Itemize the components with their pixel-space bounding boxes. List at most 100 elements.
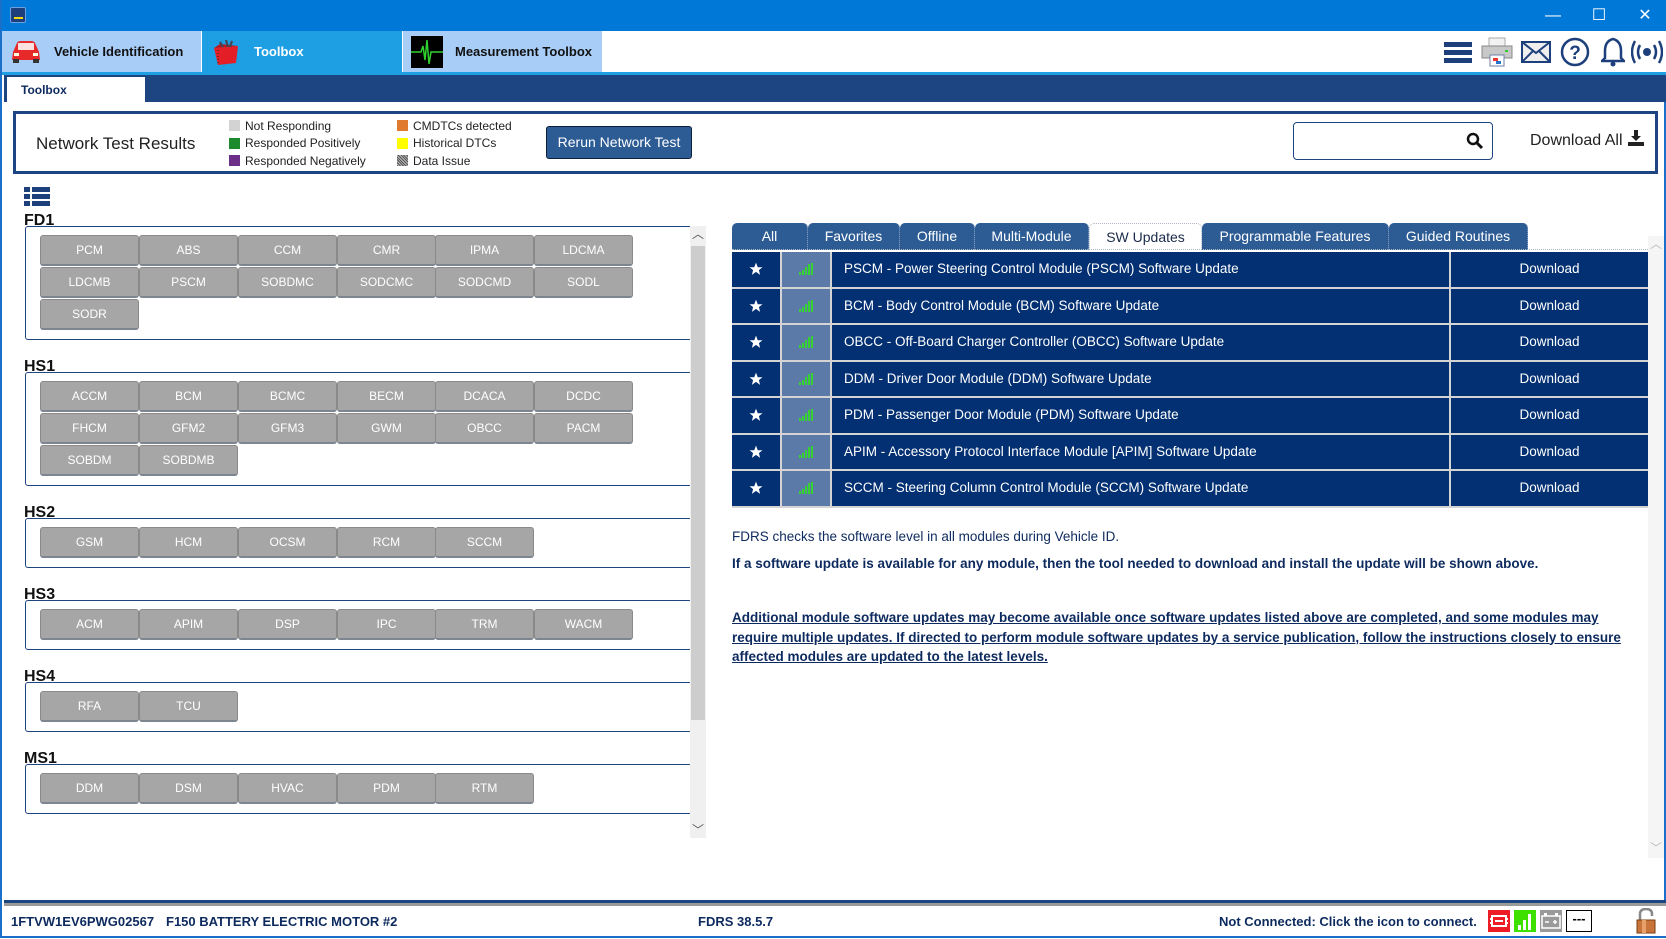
rerun-network-test-button[interactable]: Rerun Network Test [546,126,692,159]
favorite-star-icon[interactable] [732,288,782,323]
module-button-gsm[interactable]: GSM [40,527,139,558]
module-button-hvac[interactable]: HVAC [238,773,337,804]
module-button-cmr[interactable]: CMR [337,235,436,266]
sw-update-row[interactable]: DDM - Driver Door Module (DDM) Software … [732,361,1648,398]
module-button-ipc[interactable]: IPC [337,609,436,640]
favorite-star-icon[interactable] [732,325,782,360]
module-button-dsp[interactable]: DSP [238,609,337,640]
bell-icon[interactable] [1598,36,1628,68]
menu-icon[interactable] [1443,36,1473,68]
module-button-tcu[interactable]: TCU [139,691,238,722]
module-button-bcm[interactable]: BCM [139,381,238,412]
module-button-ipma[interactable]: IPMA [435,235,534,266]
tab-toolbox[interactable]: Toolbox [202,31,402,72]
filter-tab-sw-updates[interactable]: SW Updates [1089,223,1202,250]
additional-updates-link[interactable]: Additional module software updates may b… [732,608,1642,667]
favorite-star-icon[interactable] [732,434,782,469]
scroll-up-icon[interactable]: ︿ [1648,236,1664,252]
module-button-apim[interactable]: APIM [139,609,238,640]
module-button-ddm[interactable]: DDM [40,773,139,804]
filter-tab-programmable-features[interactable]: Programmable Features [1202,223,1389,250]
module-button-ccm[interactable]: CCM [238,235,337,266]
module-button-pacm[interactable]: PACM [534,413,633,444]
tab-vehicle-identification[interactable]: Vehicle Identification [2,31,201,72]
maximize-button[interactable]: ☐ [1576,0,1622,31]
filter-tab-all[interactable]: All [732,223,808,250]
module-button-sccm[interactable]: SCCM [435,527,534,558]
module-button-fhcm[interactable]: FHCM [40,413,139,444]
module-button-rcm[interactable]: RCM [337,527,436,558]
filter-tab-multi-module[interactable]: Multi-Module [975,223,1089,250]
module-button-sodcmc[interactable]: SODCMC [337,267,436,298]
filter-tab-offline[interactable]: Offline [900,223,975,250]
module-button-ocsm[interactable]: OCSM [238,527,337,558]
search-input[interactable] [1293,122,1493,160]
module-button-trm[interactable]: TRM [435,609,534,640]
module-button-ldcmb[interactable]: LDCMB [40,267,139,298]
battery-icon[interactable] [1540,910,1562,932]
download-button[interactable]: Download [1449,252,1648,287]
search-icon[interactable] [1466,132,1484,150]
unlocked-padlock-icon[interactable] [1634,907,1658,934]
favorite-star-icon[interactable] [732,252,782,287]
module-list-scrollbar[interactable]: ︿ ﹀ [690,226,706,838]
signal-strength-icon[interactable] [1514,910,1536,932]
download-all-button[interactable]: Download All [1530,130,1644,151]
favorite-star-icon[interactable] [732,361,782,396]
vcm-connect-icon[interactable] [1488,910,1510,932]
filter-tab-favorites[interactable]: Favorites [808,223,900,250]
scroll-up-icon[interactable]: ︿ [690,226,706,242]
module-button-ldcma[interactable]: LDCMA [534,235,633,266]
help-icon[interactable]: ? [1559,36,1591,68]
download-button[interactable]: Download [1449,361,1648,396]
download-button[interactable]: Download [1449,471,1648,506]
module-button-wacm[interactable]: WACM [534,609,633,640]
module-button-rfa[interactable]: RFA [40,691,139,722]
tab-measurement-toolbox[interactable]: Measurement Toolbox [403,31,602,72]
minimize-button[interactable]: — [1530,0,1576,31]
module-button-pcm[interactable]: PCM [40,235,139,266]
module-button-dcdc[interactable]: DCDC [534,381,633,412]
filter-tab-guided-routines[interactable]: Guided Routines [1389,223,1528,250]
module-button-dsm[interactable]: DSM [139,773,238,804]
module-button-acm[interactable]: ACM [40,609,139,640]
list-view-icon[interactable] [24,187,50,207]
printer-icon[interactable] [1480,36,1514,68]
module-button-sobdmc[interactable]: SOBDMC [238,267,337,298]
module-button-rtm[interactable]: RTM [435,773,534,804]
module-button-becm[interactable]: BECM [337,381,436,412]
content-scrollbar[interactable]: ︿ ﹀ [1648,236,1664,858]
module-button-pdm[interactable]: PDM [337,773,436,804]
sw-update-row[interactable]: APIM - Accessory Protocol Interface Modu… [732,434,1648,471]
module-button-accm[interactable]: ACCM [40,381,139,412]
scroll-down-icon[interactable]: ﹀ [690,822,706,838]
favorite-star-icon[interactable] [732,471,782,506]
module-button-obcc[interactable]: OBCC [435,413,534,444]
module-button-gwm[interactable]: GWM [337,413,436,444]
module-button-sodr[interactable]: SODR [40,299,139,330]
wireless-icon[interactable] [1630,36,1664,68]
download-button[interactable]: Download [1449,288,1648,323]
download-button[interactable]: Download [1449,325,1648,360]
close-button[interactable]: ✕ [1622,0,1666,31]
sw-update-row[interactable]: OBCC - Off-Board Charger Controller (OBC… [732,325,1648,362]
favorite-star-icon[interactable] [732,398,782,433]
mail-icon[interactable] [1520,36,1552,68]
download-button[interactable]: Download [1449,434,1648,469]
sw-update-row[interactable]: PDM - Passenger Door Module (PDM) Softwa… [732,398,1648,435]
scrollbar-thumb[interactable] [691,246,705,720]
sw-update-row[interactable]: SCCM - Steering Column Control Module (S… [732,471,1648,508]
module-button-sobdm[interactable]: SOBDM [40,445,139,476]
module-button-gfm3[interactable]: GFM3 [238,413,337,444]
scroll-down-icon[interactable]: ﹀ [1648,840,1664,856]
module-button-abs[interactable]: ABS [139,235,238,266]
module-button-pscm[interactable]: PSCM [139,267,238,298]
module-button-dcaca[interactable]: DCACA [435,381,534,412]
module-button-sodl[interactable]: SODL [534,267,633,298]
module-button-sodcmd[interactable]: SODCMD [435,267,534,298]
module-button-hcm[interactable]: HCM [139,527,238,558]
module-button-sobdmb[interactable]: SOBDMB [139,445,238,476]
module-button-gfm2[interactable]: GFM2 [139,413,238,444]
sw-update-row[interactable]: BCM - Body Control Module (BCM) Software… [732,288,1648,325]
download-button[interactable]: Download [1449,398,1648,433]
